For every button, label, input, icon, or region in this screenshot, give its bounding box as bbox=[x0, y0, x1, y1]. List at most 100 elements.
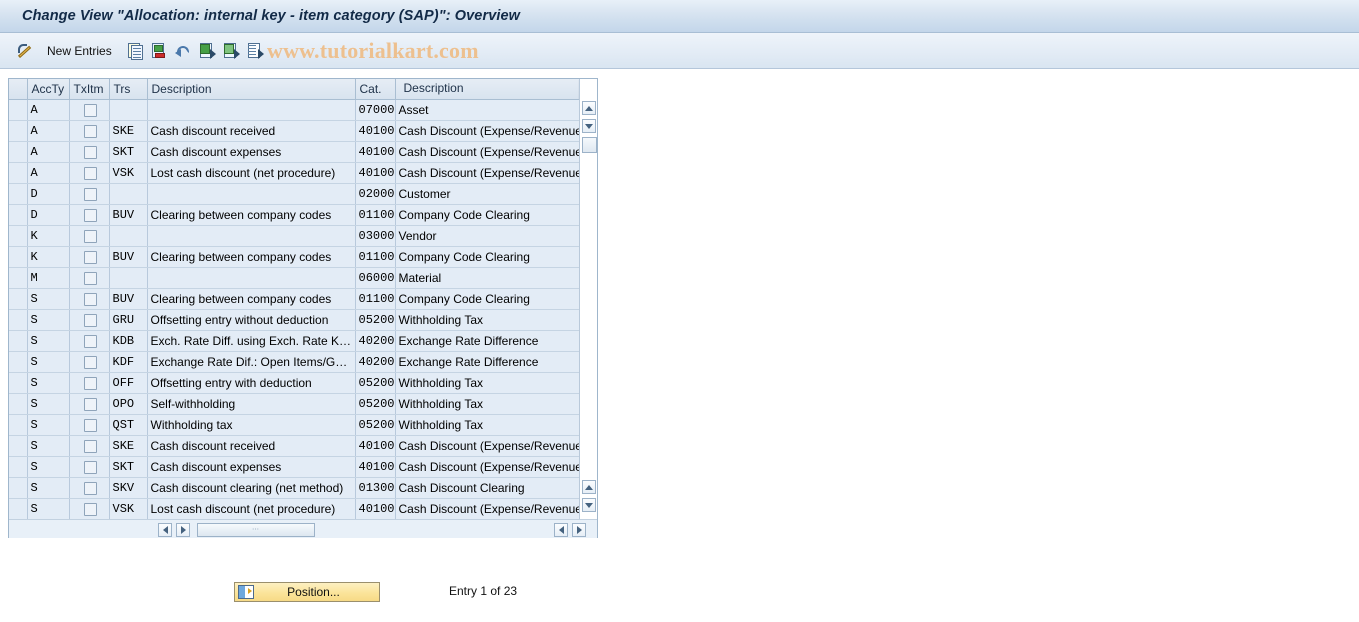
cell-accty[interactable]: S bbox=[27, 414, 70, 436]
cell-cat[interactable]: 07000 bbox=[355, 99, 396, 121]
cell-description-2[interactable]: Material bbox=[395, 267, 580, 289]
cell-cat[interactable]: 06000 bbox=[355, 267, 396, 289]
cell-cat[interactable]: 40100 bbox=[355, 141, 396, 163]
checkbox-icon[interactable] bbox=[84, 502, 97, 516]
vertical-scrollbar[interactable] bbox=[579, 79, 597, 519]
cell-description-2[interactable]: Vendor bbox=[395, 225, 580, 247]
cell-cat[interactable]: 01100 bbox=[355, 204, 396, 226]
row-select-cell[interactable] bbox=[9, 372, 28, 394]
cell-description-1[interactable]: Lost cash discount (net procedure) bbox=[147, 162, 356, 184]
row-select-cell[interactable] bbox=[9, 141, 28, 163]
cell-trs[interactable]: KDB bbox=[109, 330, 148, 352]
cell-trs[interactable]: SKE bbox=[109, 120, 148, 142]
scroll-left-button-right[interactable] bbox=[554, 523, 568, 537]
column-header-select[interactable] bbox=[9, 79, 28, 100]
scroll-right-button[interactable] bbox=[176, 523, 190, 537]
cell-cat[interactable]: 02000 bbox=[355, 183, 396, 205]
scroll-up-button-lower[interactable] bbox=[582, 480, 596, 494]
checkbox-icon[interactable] bbox=[84, 376, 97, 390]
position-button[interactable]: Position... bbox=[234, 582, 380, 602]
row-select-cell[interactable] bbox=[9, 246, 28, 268]
table-row[interactable]: A 07000 Asset bbox=[9, 99, 580, 121]
cell-cat[interactable]: 40100 bbox=[355, 456, 396, 478]
row-select-cell[interactable] bbox=[9, 330, 28, 352]
row-select-cell[interactable] bbox=[9, 456, 28, 478]
cell-txitm-checkbox[interactable] bbox=[69, 351, 110, 373]
checkbox-icon[interactable] bbox=[84, 334, 97, 348]
row-select-cell[interactable] bbox=[9, 183, 28, 205]
cell-cat[interactable]: 05200 bbox=[355, 372, 396, 394]
row-select-cell[interactable] bbox=[9, 204, 28, 226]
cell-description-1[interactable]: Offsetting entry with deduction bbox=[147, 372, 356, 394]
table-row[interactable]: D BUV Clearing between company codes 01100 C… bbox=[9, 204, 580, 226]
select-all-button[interactable] bbox=[196, 39, 218, 61]
cell-description-1[interactable]: Lost cash discount (net procedure) bbox=[147, 498, 356, 520]
cell-accty[interactable]: S bbox=[27, 435, 70, 457]
cell-cat[interactable]: 01100 bbox=[355, 246, 396, 268]
cell-accty[interactable]: A bbox=[27, 99, 70, 121]
cell-description-1[interactable]: Clearing between company codes bbox=[147, 288, 356, 310]
cell-accty[interactable]: S bbox=[27, 393, 70, 415]
cell-description-1[interactable]: Cash discount expenses bbox=[147, 456, 356, 478]
cell-txitm-checkbox[interactable] bbox=[69, 246, 110, 268]
new-entries-button[interactable]: New Entries bbox=[44, 39, 115, 63]
cell-accty[interactable]: S bbox=[27, 498, 70, 520]
table-row[interactable]: S QST Withholding tax 05200 Withholding Tax bbox=[9, 414, 580, 436]
column-header-txitm[interactable]: TxItm bbox=[69, 79, 110, 100]
cell-description-2[interactable]: Cash Discount (Expense/Revenue/ bbox=[395, 435, 580, 457]
row-select-cell[interactable] bbox=[9, 267, 28, 289]
cell-trs[interactable]: OFF bbox=[109, 372, 148, 394]
cell-txitm-checkbox[interactable] bbox=[69, 99, 110, 121]
cell-txitm-checkbox[interactable] bbox=[69, 330, 110, 352]
cell-description-2[interactable]: Company Code Clearing bbox=[395, 288, 580, 310]
cell-trs[interactable]: GRU bbox=[109, 309, 148, 331]
checkbox-icon[interactable] bbox=[84, 145, 97, 159]
cell-accty[interactable]: S bbox=[27, 330, 70, 352]
copy-as-button[interactable] bbox=[124, 39, 146, 61]
cell-trs[interactable]: BUV bbox=[109, 288, 148, 310]
table-row[interactable]: K 03000 Vendor bbox=[9, 225, 580, 247]
cell-description-1[interactable] bbox=[147, 183, 356, 205]
table-row[interactable]: S VSK Lost cash discount (net procedure) 40… bbox=[9, 498, 580, 520]
checkbox-icon[interactable] bbox=[84, 481, 97, 495]
table-row[interactable]: S SKV Cash discount clearing (net method) 0… bbox=[9, 477, 580, 499]
cell-cat[interactable]: 40100 bbox=[355, 435, 396, 457]
cell-description-1[interactable]: Cash discount received bbox=[147, 120, 356, 142]
cell-trs[interactable]: VSK bbox=[109, 162, 148, 184]
cell-trs[interactable]: BUV bbox=[109, 204, 148, 226]
scroll-left-button[interactable] bbox=[158, 523, 172, 537]
cell-trs[interactable] bbox=[109, 99, 148, 121]
cell-description-2[interactable]: Exchange Rate Difference bbox=[395, 330, 580, 352]
table-row[interactable]: S KDB Exch. Rate Diff. using Exch. Rate K…… bbox=[9, 330, 580, 352]
display-change-toggle-button[interactable] bbox=[14, 39, 40, 63]
cell-description-2[interactable]: Withholding Tax bbox=[395, 414, 580, 436]
cell-accty[interactable]: S bbox=[27, 288, 70, 310]
scroll-down-button[interactable] bbox=[582, 119, 596, 133]
vertical-scrollbar-thumb[interactable] bbox=[582, 137, 597, 153]
cell-description-2[interactable]: Cash Discount Clearing bbox=[395, 477, 580, 499]
row-select-cell[interactable] bbox=[9, 414, 28, 436]
cell-description-2[interactable]: Cash Discount (Expense/Revenue/ bbox=[395, 162, 580, 184]
cell-cat[interactable]: 05200 bbox=[355, 414, 396, 436]
cell-description-1[interactable] bbox=[147, 267, 356, 289]
cell-txitm-checkbox[interactable] bbox=[69, 204, 110, 226]
cell-accty[interactable]: A bbox=[27, 141, 70, 163]
cell-description-2[interactable]: Exchange Rate Difference bbox=[395, 351, 580, 373]
cell-accty[interactable]: K bbox=[27, 225, 70, 247]
cell-description-2[interactable]: Company Code Clearing bbox=[395, 246, 580, 268]
cell-txitm-checkbox[interactable] bbox=[69, 141, 110, 163]
checkbox-icon[interactable] bbox=[84, 418, 97, 432]
checkbox-icon[interactable] bbox=[84, 208, 97, 222]
cell-cat[interactable]: 40100 bbox=[355, 120, 396, 142]
cell-trs[interactable]: VSK bbox=[109, 498, 148, 520]
cell-trs[interactable] bbox=[109, 183, 148, 205]
cell-description-1[interactable]: Exch. Rate Diff. using Exch. Rate K… bbox=[147, 330, 356, 352]
cell-accty[interactable]: D bbox=[27, 183, 70, 205]
table-row[interactable]: S SKE Cash discount received 40100 Cash Disc… bbox=[9, 435, 580, 457]
cell-trs[interactable]: KDF bbox=[109, 351, 148, 373]
cell-description-1[interactable]: Self-withholding bbox=[147, 393, 356, 415]
checkbox-icon[interactable] bbox=[84, 355, 97, 369]
column-header-description-2[interactable]: Description bbox=[395, 79, 580, 100]
cell-accty[interactable]: K bbox=[27, 246, 70, 268]
cell-trs[interactable]: SKT bbox=[109, 456, 148, 478]
